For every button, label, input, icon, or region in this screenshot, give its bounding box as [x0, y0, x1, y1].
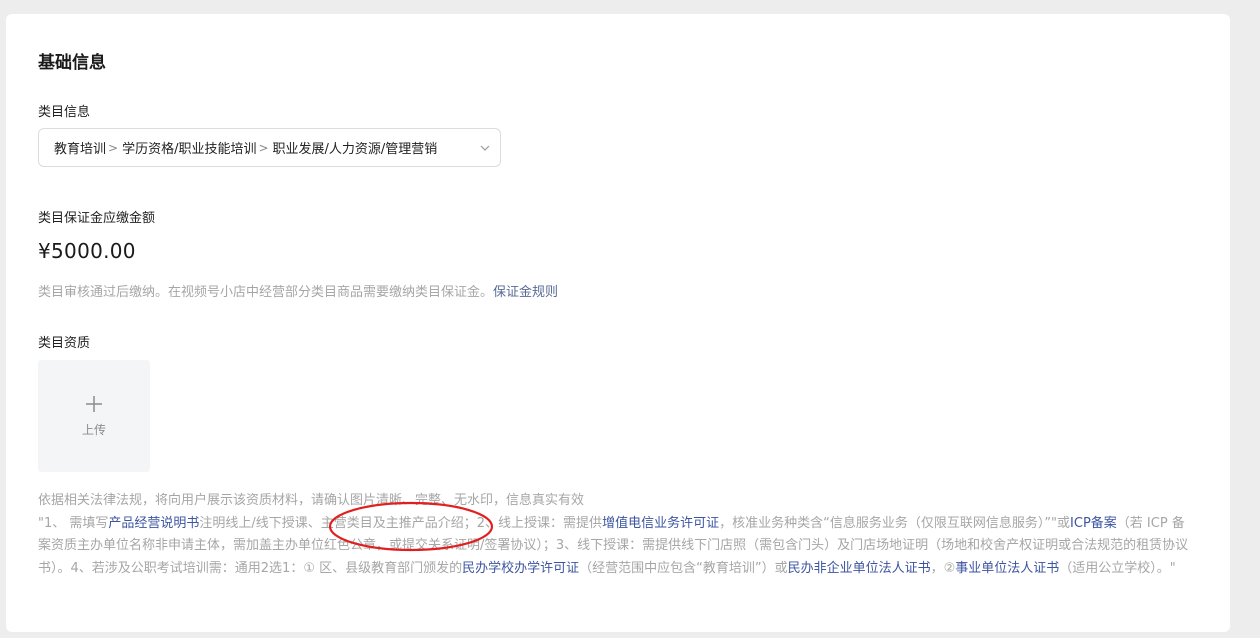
deposit-amount: ¥5000.00 — [38, 239, 136, 263]
req-text-3: ，核准业务种类含“信息服务业务（仅限互联网信息服务）”"或 — [719, 515, 1071, 531]
req-text-1: "1、 需填写 — [38, 515, 109, 531]
icp-filing-link[interactable]: ICP备案 — [1070, 516, 1117, 531]
req-text-6: ，② — [930, 560, 956, 576]
non-enterprise-certificate-link[interactable]: 民办非企业单位法人证书 — [788, 561, 931, 576]
telecom-license-link[interactable]: 增值电信业务许可证 — [602, 516, 719, 531]
basic-info-card: 基础信息 类目信息 教育培训 > 学历资格/职业技能培训 > 职业发展/人力资源… — [6, 14, 1230, 632]
category-info-label: 类目信息 — [38, 105, 91, 120]
section-title: 基础信息 — [38, 53, 106, 73]
req-text-5: （经营范围中应包含“教育培训”）或 — [579, 560, 788, 576]
qualification-description: 依据相关法律法规，将向用户展示该资质材料，请确认图片清晰、完整、无水印，信息真实… — [38, 490, 1196, 580]
upload-button[interactable]: 上传 — [38, 360, 150, 472]
category-select[interactable]: 教育培训 > 学历资格/职业技能培训 > 职业发展/人力资源/管理营销 — [38, 128, 501, 167]
deposit-rule-link[interactable]: 保证金规则 — [493, 285, 558, 300]
req-text-2: 注明线上/线下授课、主营类目及主推产品介绍；2、线上授课：需提供 — [199, 515, 603, 531]
category-level-3: 职业发展/人力资源/管理营销 — [272, 142, 438, 157]
req-text-7: （适用公立学校）。" — [1059, 560, 1176, 576]
separator-1: > — [108, 140, 119, 155]
qualification-intro: 依据相关法律法规，将向用户展示该资质材料，请确认图片清晰、完整、无水印，信息真实… — [38, 493, 585, 508]
qualification-label: 类目资质 — [38, 336, 91, 351]
deposit-note: 类目审核通过后缴纳。在视频号小店中经营部分类目商品需要缴纳类目保证金。保证金规则 — [38, 281, 558, 300]
separator-2: > — [258, 140, 269, 155]
category-level-1: 教育培训 — [54, 142, 107, 157]
qualification-requirements: "1、 需填写产品经营说明书注明线上/线下授课、主营类目及主推产品介绍；2、线上… — [38, 513, 1196, 581]
deposit-note-text: 类目审核通过后缴纳。在视频号小店中经营部分类目商品需要缴纳类目保证金。 — [38, 285, 494, 300]
upload-label: 上传 — [81, 422, 106, 437]
chevron-down-icon[interactable] — [478, 141, 492, 155]
product-manual-link[interactable]: 产品经营说明书 — [108, 516, 199, 531]
category-level-2: 学历资格/职业技能培训 — [122, 142, 257, 157]
plus-icon — [86, 395, 102, 412]
deposit-label: 类目保证金应缴金额 — [38, 211, 156, 226]
private-school-license-link[interactable]: 民办学校办学许可证 — [462, 561, 579, 576]
public-institution-certificate-link[interactable]: 事业单位法人证书 — [955, 561, 1059, 576]
